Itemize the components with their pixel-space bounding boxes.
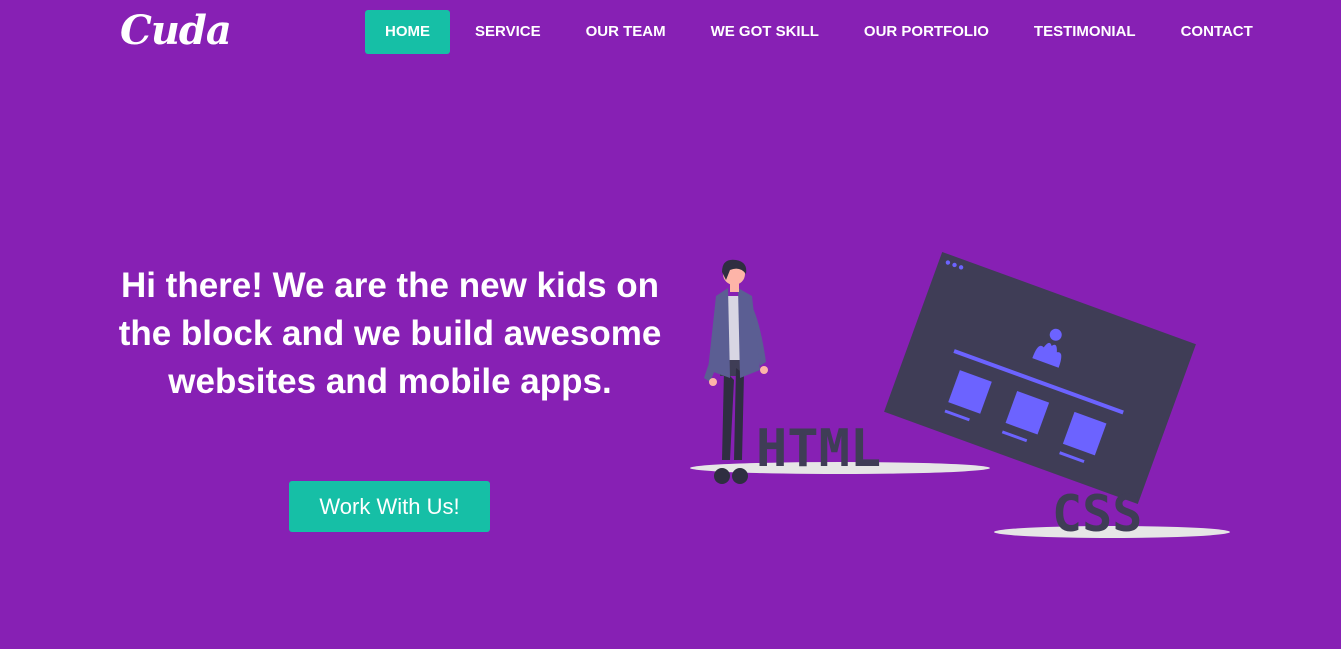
css-block-text: CSS — [1052, 485, 1142, 543]
nav-item-our-team[interactable]: OUR TEAM — [566, 10, 686, 54]
hero-illustration: HTML CSS — [690, 251, 1230, 543]
nav-item-home[interactable]: HOME — [365, 10, 450, 54]
person-right-shoe — [732, 468, 748, 484]
brand-logo[interactable]: Cuda — [120, 6, 232, 56]
person-right-leg — [734, 368, 744, 460]
person-left-leg — [722, 370, 734, 460]
main-nav: HOME SERVICE OUR TEAM WE GOT SKILL OUR P… — [365, 10, 1278, 54]
hero-title: Hi there! We are the new kids on the blo… — [118, 266, 662, 401]
html-block-text: HTML — [756, 419, 881, 479]
nav-item-service[interactable]: SERVICE — [455, 10, 561, 54]
nav-item-we-got-skill[interactable]: WE GOT SKILL — [691, 10, 839, 54]
person-jacket-left — [708, 288, 730, 378]
navbar: Cuda HOME SERVICE OUR TEAM WE GOT SKILL … — [0, 0, 1341, 64]
nav-item-our-portfolio[interactable]: OUR PORTFOLIO — [844, 10, 1009, 54]
nav-item-testimonial[interactable]: TESTIMONIAL — [1014, 10, 1156, 54]
person-left-shoe — [714, 468, 730, 484]
person-left-hand — [709, 378, 717, 386]
work-with-us-button[interactable]: Work With Us! — [289, 481, 490, 532]
person-right-hand — [760, 366, 768, 374]
nav-item-contact[interactable]: CONTACT — [1161, 10, 1273, 54]
